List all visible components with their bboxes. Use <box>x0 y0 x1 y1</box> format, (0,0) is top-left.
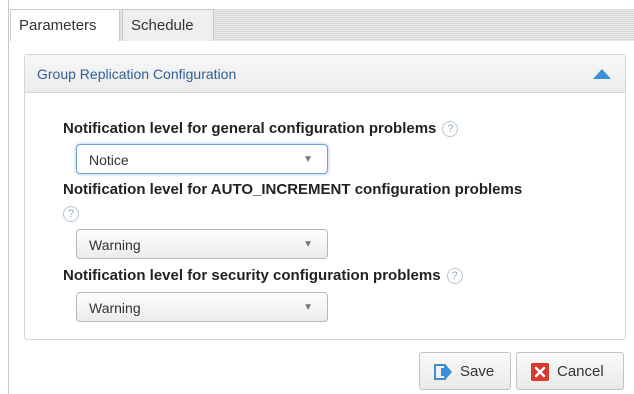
field-label-security: Notification level for security configur… <box>63 267 463 285</box>
tab-bar: Parameters Schedule <box>10 9 634 42</box>
select-value: Notice <box>89 152 129 168</box>
cancel-button[interactable]: Cancel <box>516 352 624 390</box>
group-replication-panel: Group Replication Configuration Notifica… <box>24 54 626 340</box>
panel-header[interactable]: Group Replication Configuration <box>25 55 625 93</box>
select-auto-increment-notification-level[interactable]: Warning ▼ <box>76 229 328 259</box>
field-label-text: Notification level for general configura… <box>63 120 437 137</box>
field-label-auto-increment: Notification level for AUTO_INCREMENT co… <box>63 181 522 198</box>
select-security-notification-level[interactable]: Warning ▼ <box>76 292 328 322</box>
tab-schedule[interactable]: Schedule <box>122 9 214 41</box>
field-label-general: Notification level for general configura… <box>63 120 459 138</box>
select-general-notification-level[interactable]: Notice ▼ <box>76 144 328 174</box>
field-label-text: Notification level for security configur… <box>63 267 441 284</box>
field-label-text: Notification level for AUTO_INCREMENT co… <box>63 181 523 198</box>
triangle-up-icon[interactable] <box>593 69 611 79</box>
tab-parameters[interactable]: Parameters <box>10 9 120 42</box>
chevron-down-icon: ▼ <box>303 239 313 250</box>
chevron-down-icon: ▼ <box>303 154 313 165</box>
select-value: Warning <box>89 237 141 253</box>
chevron-down-icon: ▼ <box>303 302 313 313</box>
select-value: Warning <box>89 300 141 316</box>
help-icon[interactable]: ? <box>63 206 79 222</box>
cancel-label: Cancel <box>557 363 604 380</box>
panel-title: Group Replication Configuration <box>37 66 237 82</box>
cancel-x-icon <box>531 363 549 381</box>
save-arrow-icon <box>434 364 452 380</box>
save-button[interactable]: Save <box>419 352 511 390</box>
tab-content: Group Replication Configuration Notifica… <box>10 41 634 394</box>
help-icon[interactable]: ? <box>442 121 459 138</box>
save-label: Save <box>460 363 495 380</box>
window-left-border <box>8 0 9 394</box>
help-icon[interactable]: ? <box>446 268 463 285</box>
